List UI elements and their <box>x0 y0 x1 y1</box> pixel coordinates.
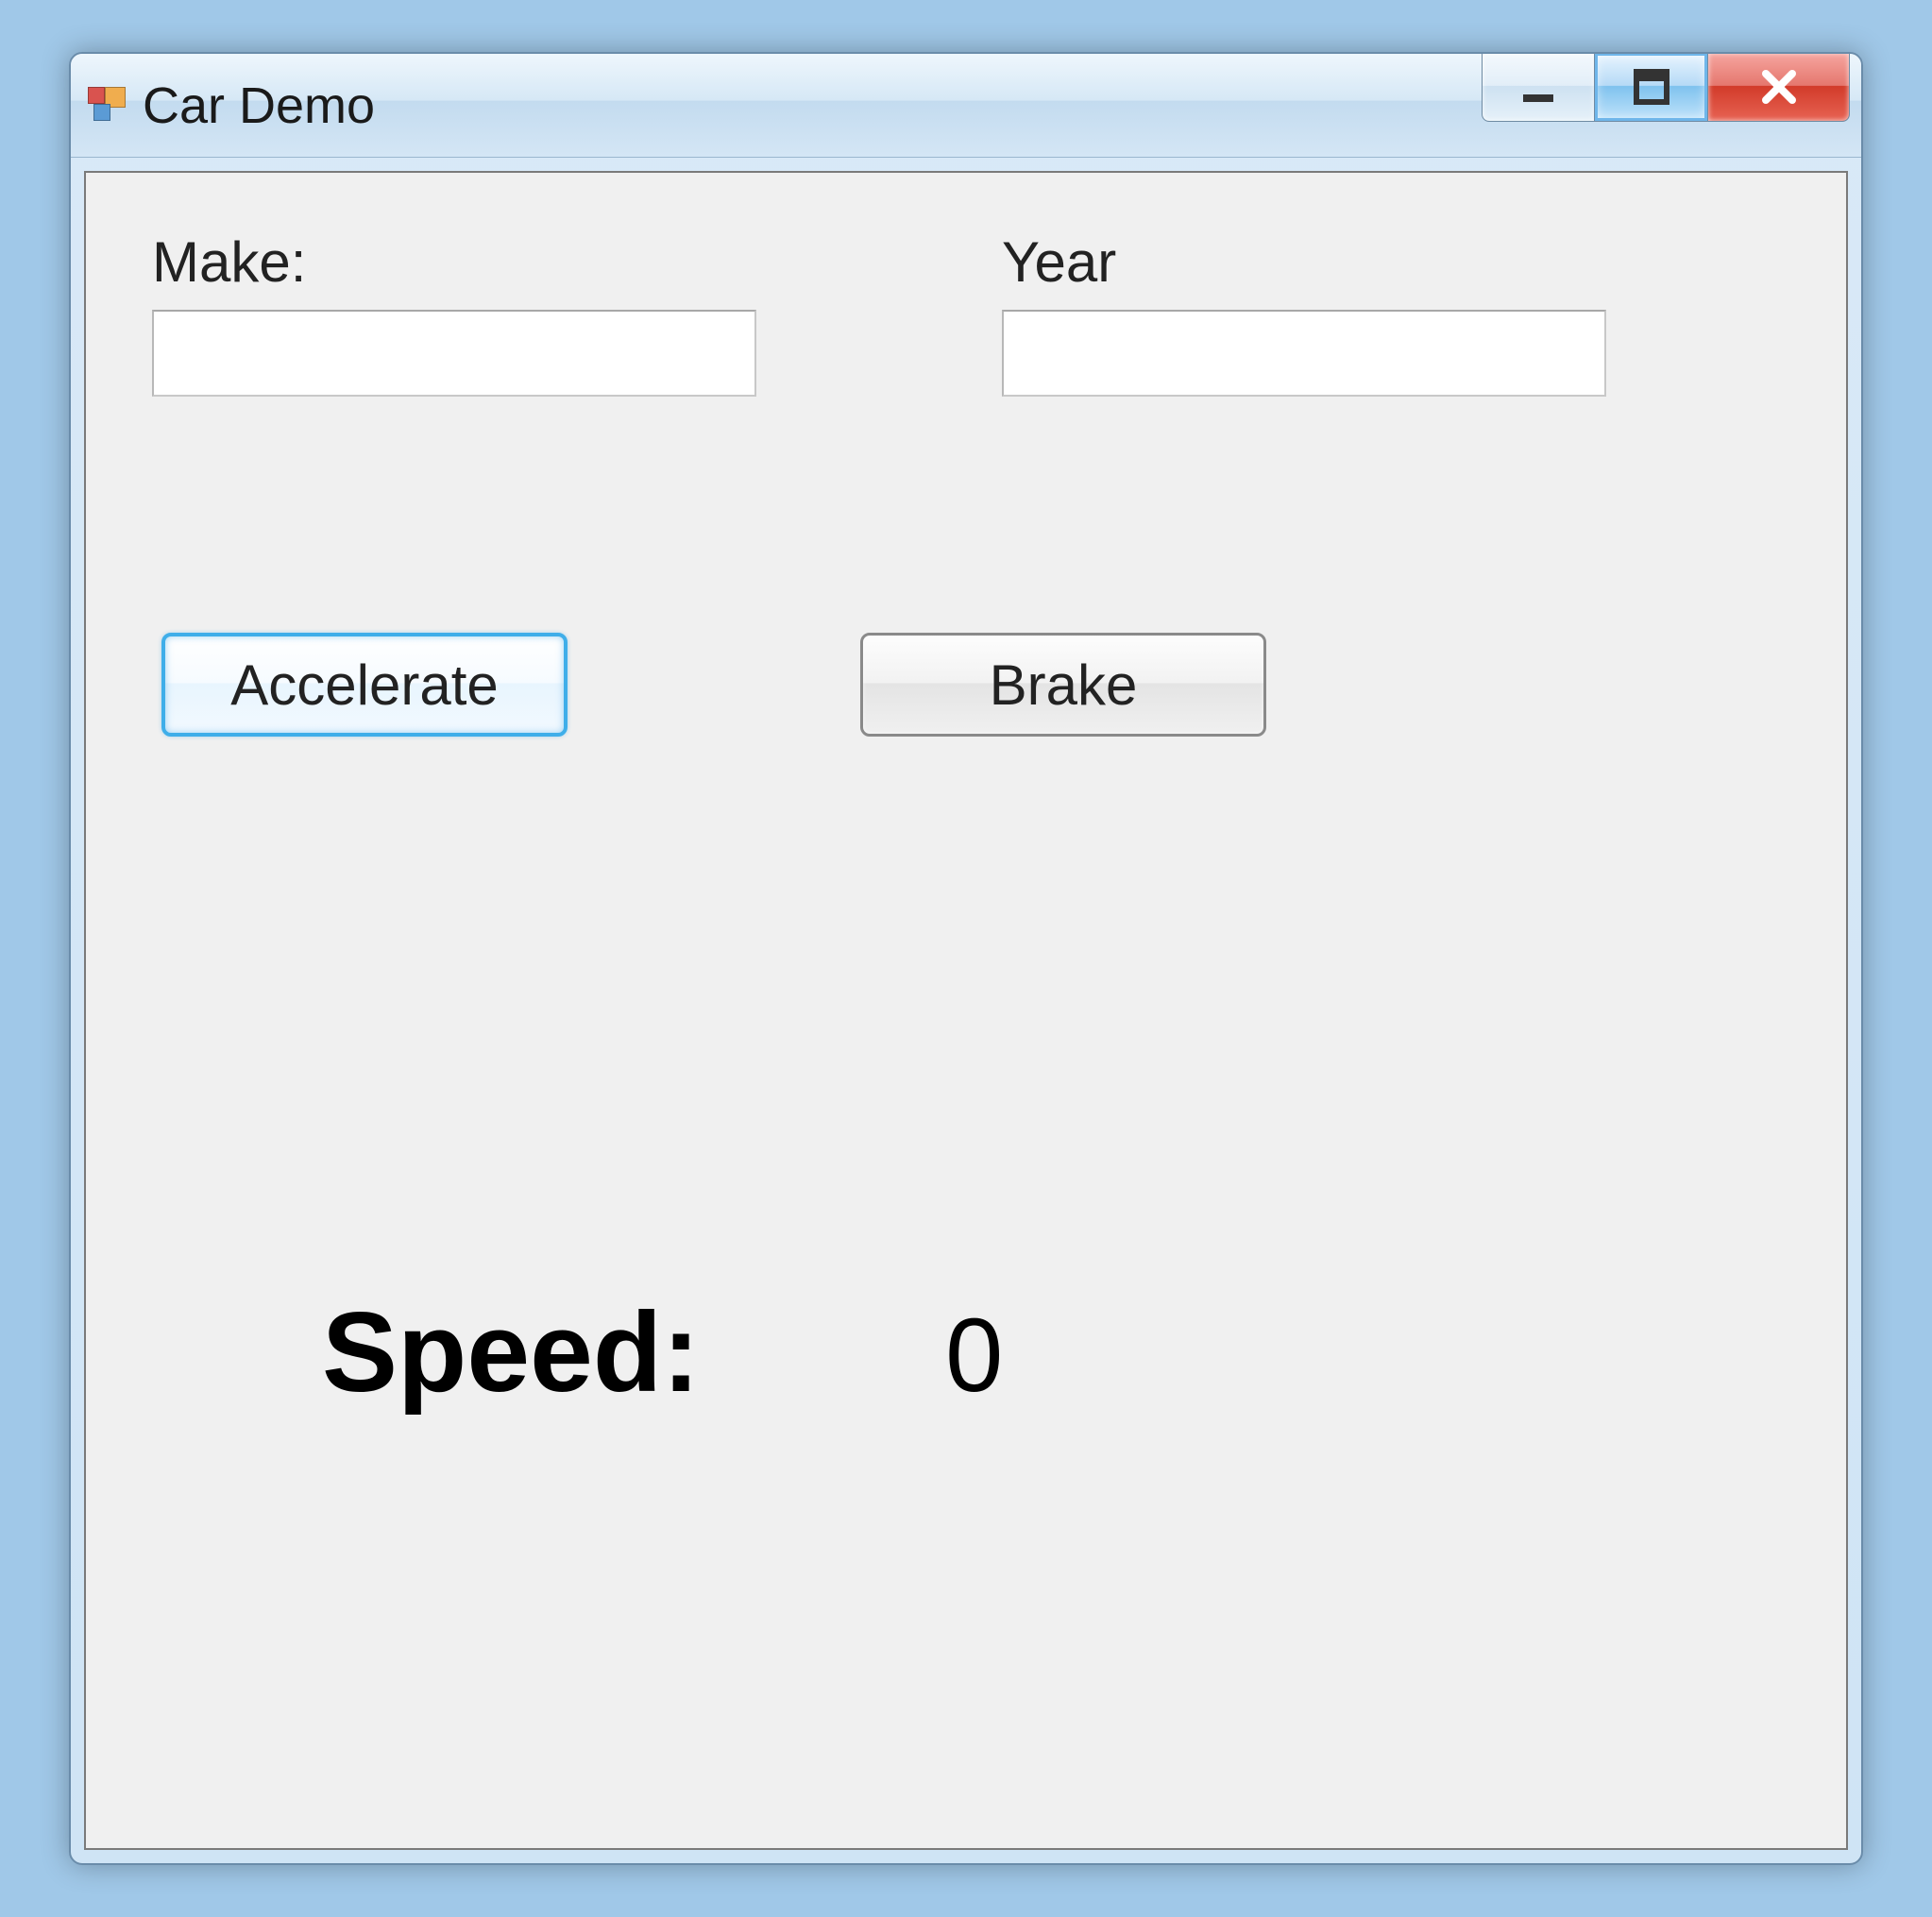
speed-label: Speed: <box>322 1287 700 1417</box>
window-controls <box>1482 52 1850 122</box>
titlebar[interactable]: Car Demo <box>71 54 1861 158</box>
year-input[interactable] <box>1002 310 1606 397</box>
close-icon <box>1756 64 1802 110</box>
year-field-group: Year <box>1002 229 1606 397</box>
make-field-group: Make: <box>152 229 756 397</box>
make-input[interactable] <box>152 310 756 397</box>
maximize-icon <box>1631 66 1672 108</box>
client-area: Make: Year Accelerate Brake Speed: 0 <box>84 171 1848 1850</box>
brake-button[interactable]: Brake <box>860 633 1266 737</box>
make-label: Make: <box>152 229 756 295</box>
form-row: Make: Year <box>152 229 1780 397</box>
window-title: Car Demo <box>143 76 375 135</box>
accelerate-button[interactable]: Accelerate <box>161 633 568 737</box>
year-label: Year <box>1002 229 1606 295</box>
speed-display: Speed: 0 <box>322 1287 1003 1417</box>
close-button[interactable] <box>1708 52 1850 122</box>
app-icon <box>88 87 126 125</box>
window-frame: Car Demo <box>69 52 1863 1865</box>
speed-value: 0 <box>945 1296 1003 1416</box>
maximize-button[interactable] <box>1595 52 1708 122</box>
button-row: Accelerate Brake <box>152 633 1780 737</box>
minimize-button[interactable] <box>1482 52 1595 122</box>
minimize-icon <box>1517 66 1559 108</box>
